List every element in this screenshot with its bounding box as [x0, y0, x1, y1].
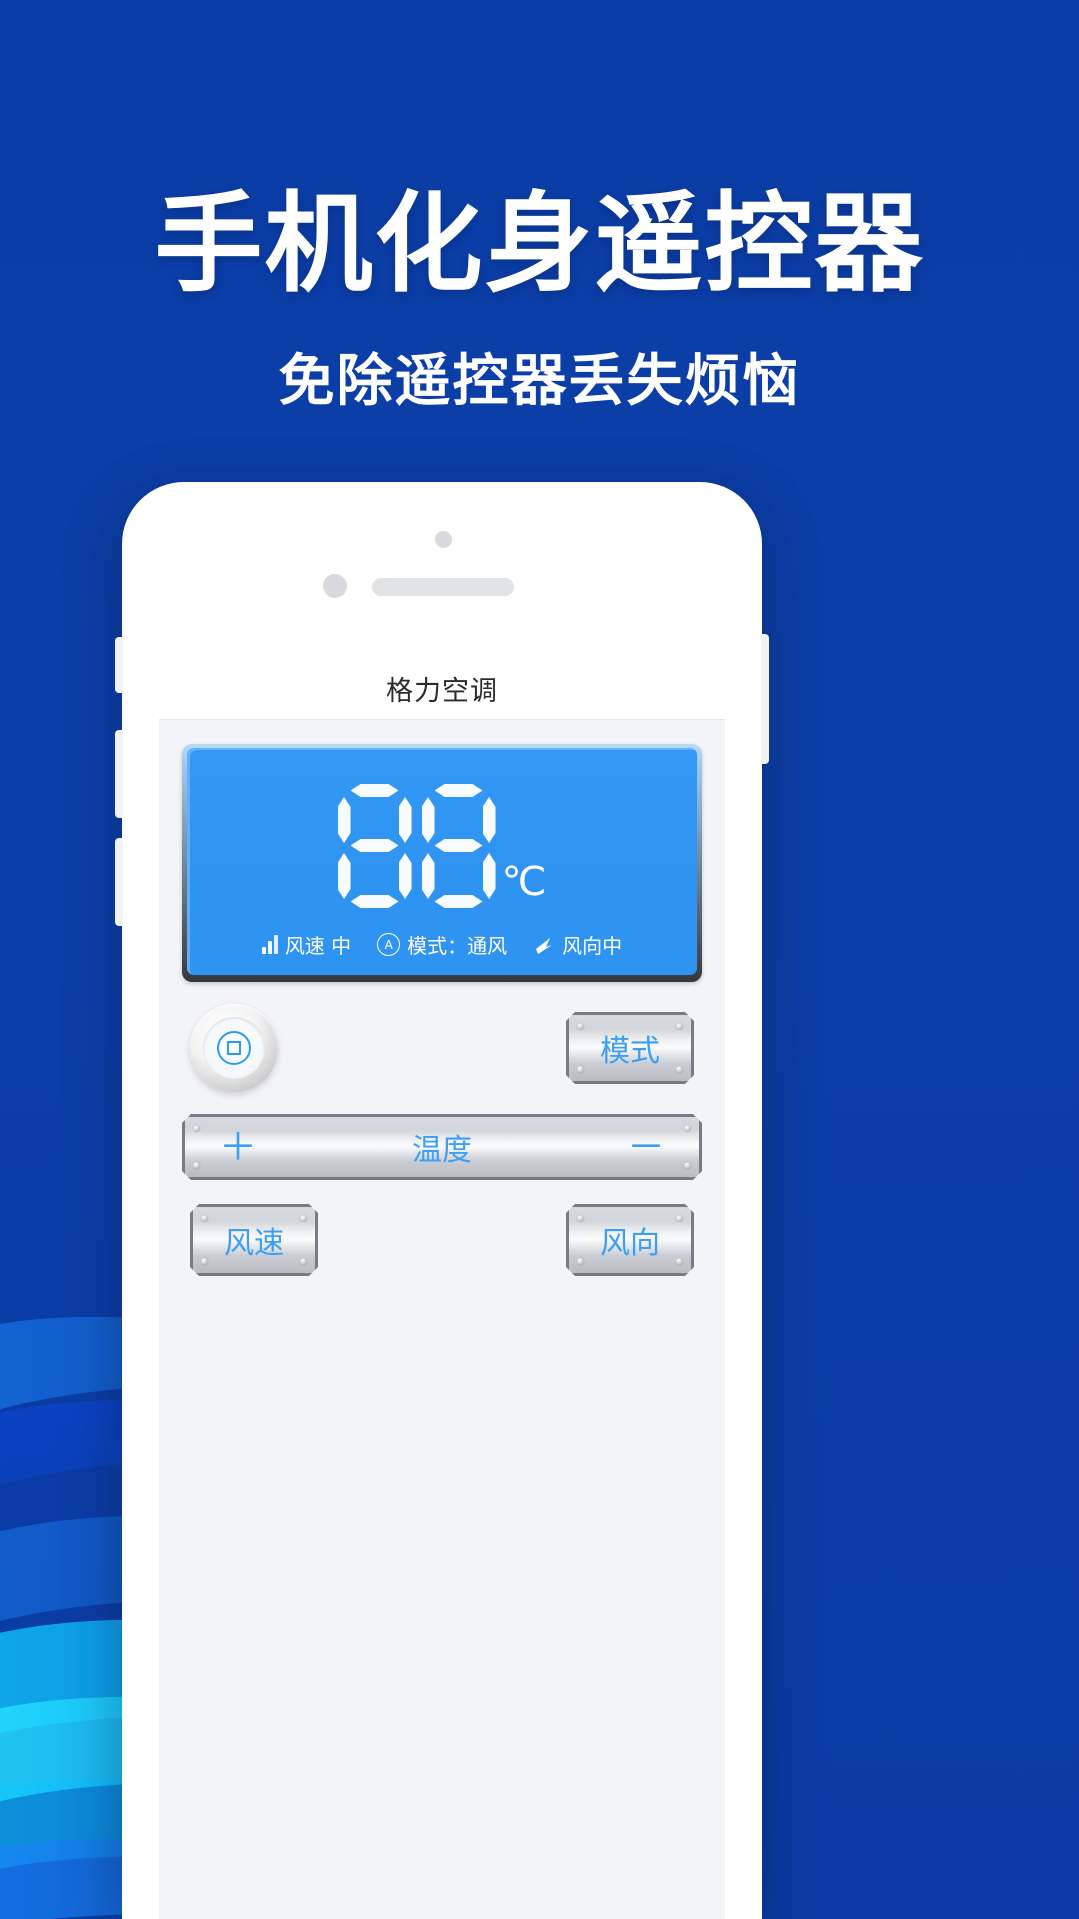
wind-direction-button[interactable]: 风向 [566, 1204, 694, 1276]
status-fan-speed: 风速 中 [261, 930, 352, 959]
fan-speed-button[interactable]: 风速 [190, 1204, 318, 1276]
status-mode-label: 模式：通风 [407, 934, 508, 958]
lcd-panel-bezel: ℃ 88 风速 中 A 模式：通风 [182, 744, 702, 982]
signal-bars-icon [261, 935, 278, 954]
status-wind-direction-label: 风向中 [562, 934, 623, 958]
controls-row-temperature: ＋ 温度 － [182, 1114, 702, 1180]
screw-icon [577, 1215, 584, 1222]
swing-direction-icon [533, 935, 555, 955]
remote-controls: 模式 ＋ 温度 － 风速 风向 [159, 1004, 725, 1276]
screw-icon [676, 1215, 683, 1222]
screw-icon [676, 1066, 683, 1073]
mode-button-label: 模式 [600, 1034, 660, 1069]
digit-tens [338, 784, 412, 908]
phone-mockup: 格力空调 ℃ 风速 中 A 模式：通风 风向中 模式 ＋ 温度 － 风速 风向 [115, 482, 769, 1919]
screw-icon [676, 1258, 683, 1265]
wind-direction-button-label: 风向 [600, 1226, 660, 1261]
app-screen: 格力空调 ℃ 风速 中 A 模式：通风 风向中 模式 ＋ 温度 － 风速 风向 [159, 657, 725, 1919]
digit-ones [422, 784, 496, 908]
temperature-label: 温度 [412, 1133, 472, 1168]
screw-icon [300, 1215, 307, 1222]
fan-speed-button-label: 风速 [224, 1226, 284, 1261]
controls-row-fan: 风速 风向 [182, 1204, 702, 1276]
controls-row-power-mode: 模式 [182, 1004, 702, 1092]
status-wind-direction: 风向中 [533, 930, 622, 959]
temperature-decrease-button[interactable]: － [627, 1128, 665, 1166]
screw-icon [201, 1258, 208, 1265]
power-stop-icon [217, 1031, 251, 1065]
earpiece-speaker-icon [372, 578, 514, 596]
proximity-sensor-icon [323, 574, 347, 598]
temperature-readout: ℃ 88 [187, 784, 697, 908]
camera-icon [435, 531, 452, 548]
lcd-display: ℃ 88 风速 中 A 模式：通风 [187, 748, 697, 975]
status-mode: A 模式：通风 [377, 930, 507, 959]
promo-page-root: 手机化身遥控器 免除遥控器丢失烦恼 格力空调 ℃ 风速 中 A 模式：通风 风向… [0, 0, 1079, 1919]
screw-icon [577, 1066, 584, 1073]
temperature-unit: ℃ [501, 859, 547, 905]
phone-top-bezel [122, 482, 762, 657]
screw-icon [684, 1125, 691, 1132]
screw-icon [300, 1258, 307, 1265]
page-subheadline: 免除遥控器丢失烦恼 [278, 349, 801, 414]
power-button[interactable] [190, 1004, 278, 1092]
screw-icon [193, 1125, 200, 1132]
screw-icon [684, 1162, 691, 1169]
mode-button[interactable]: 模式 [566, 1012, 694, 1084]
auto-mode-icon: A [377, 933, 401, 956]
headline-container: 手机化身遥控器 [0, 182, 1079, 307]
phone-volume-up-button [115, 730, 123, 818]
screw-icon [577, 1258, 584, 1265]
seven-segment-digits [338, 784, 496, 908]
lcd-status-bar: 风速 中 A 模式：通风 风向中 [187, 930, 697, 959]
page-title: 格力空调 [386, 675, 498, 707]
temperature-stepper[interactable]: ＋ 温度 － [182, 1114, 702, 1180]
phone-power-button [761, 634, 769, 764]
screw-icon [193, 1162, 200, 1169]
power-button-inner [203, 1017, 265, 1079]
page-headline: 手机化身遥控器 [154, 182, 925, 307]
screw-icon [676, 1023, 683, 1030]
temperature-increase-button[interactable]: ＋ [219, 1128, 257, 1166]
screw-icon [577, 1023, 584, 1030]
subheadline-container: 免除遥控器丢失烦恼 [0, 336, 1079, 417]
phone-volume-down-button [115, 838, 123, 926]
status-fan-speed-label: 风速 中 [284, 934, 352, 958]
app-header: 格力空调 [159, 657, 725, 720]
screw-icon [201, 1215, 208, 1222]
